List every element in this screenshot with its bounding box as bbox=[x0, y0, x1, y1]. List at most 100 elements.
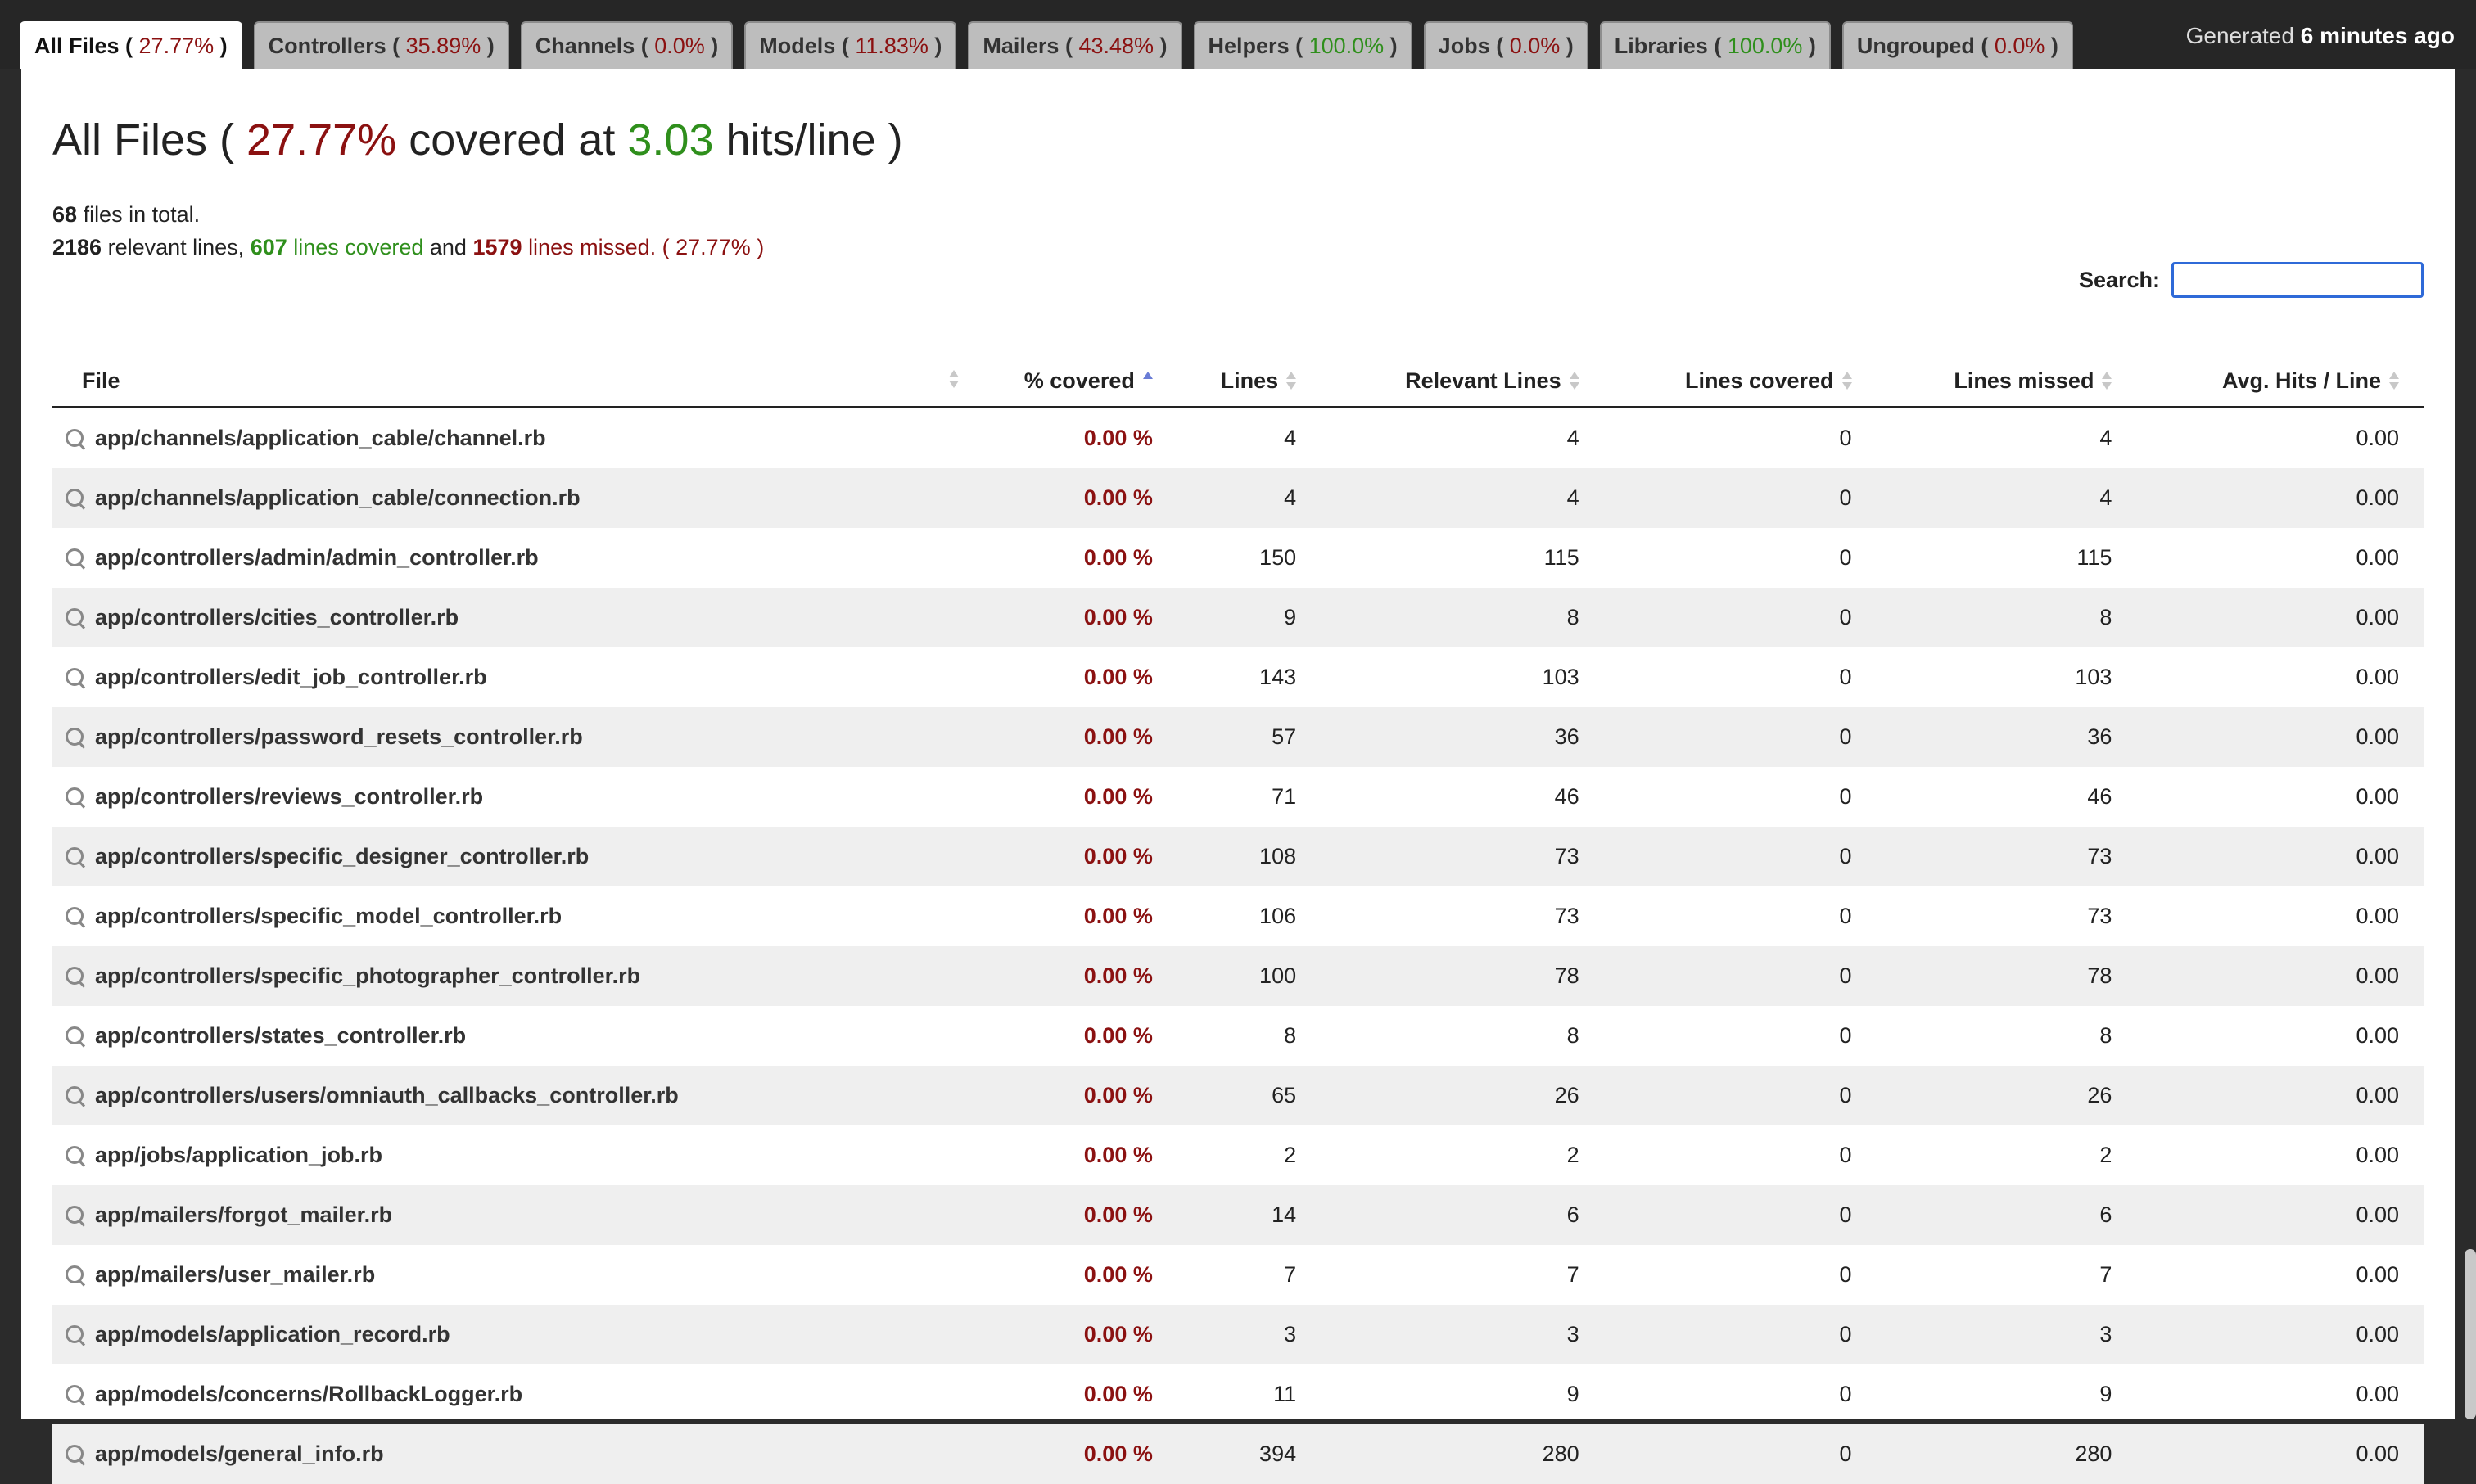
tab-jobs[interactable]: Jobs ( 0.0% ) bbox=[1424, 21, 1588, 69]
tab-libraries[interactable]: Libraries ( 100.0% ) bbox=[1600, 21, 1831, 69]
file-link[interactable]: app/controllers/users/omniauth_callbacks… bbox=[95, 1083, 679, 1107]
table-row: app/models/application_record.rb0.00 %33… bbox=[52, 1305, 2424, 1364]
sort-icon bbox=[1570, 371, 1579, 392]
table-row: app/controllers/cities_controller.rb0.00… bbox=[52, 588, 2424, 647]
file-link[interactable]: app/models/general_info.rb bbox=[95, 1441, 384, 1466]
cell-lines: 57 bbox=[1177, 707, 1321, 767]
magnifier-icon[interactable] bbox=[66, 429, 84, 447]
file-link[interactable]: app/mailers/forgot_mailer.rb bbox=[95, 1202, 392, 1227]
column-header-relevant[interactable]: Relevant Lines bbox=[1321, 355, 1604, 408]
file-link[interactable]: app/controllers/cities_controller.rb bbox=[95, 605, 459, 629]
magnifier-icon[interactable] bbox=[66, 847, 84, 865]
cell-lines-covered: 0 bbox=[1604, 1364, 1877, 1424]
magnifier-icon[interactable] bbox=[66, 1206, 84, 1224]
tab-all-files[interactable]: All Files ( 27.77% ) bbox=[20, 21, 242, 69]
magnifier-icon[interactable] bbox=[66, 608, 84, 626]
missed-text: lines missed. bbox=[528, 235, 656, 259]
page-title: All Files ( 27.77% covered at 3.03 hits/… bbox=[52, 115, 903, 165]
file-link[interactable]: app/controllers/specific_model_controlle… bbox=[95, 904, 562, 928]
cell-covered: 0.00 % bbox=[959, 1185, 1177, 1245]
file-link[interactable]: app/models/concerns/RollbackLogger.rb bbox=[95, 1382, 522, 1406]
cell-relevant-lines: 7 bbox=[1321, 1245, 1604, 1305]
cell-lines-covered: 0 bbox=[1604, 1424, 1877, 1484]
tab-label: Mailers bbox=[983, 34, 1059, 58]
magnifier-icon[interactable] bbox=[66, 1086, 84, 1104]
column-header-lines[interactable]: Lines bbox=[1177, 355, 1321, 408]
magnifier-icon[interactable] bbox=[66, 489, 84, 507]
file-link[interactable]: app/channels/application_cable/channel.r… bbox=[95, 426, 546, 450]
magnifier-icon[interactable] bbox=[66, 1026, 84, 1044]
title-covered-at: covered at bbox=[409, 115, 615, 165]
cell-file: app/controllers/cities_controller.rb bbox=[52, 588, 959, 647]
cell-avg-hits: 0.00 bbox=[2136, 1006, 2424, 1066]
cell-lines-missed: 46 bbox=[1877, 767, 2137, 827]
magnifier-icon[interactable] bbox=[66, 668, 84, 686]
lines-summary-line: 2186 relevant lines, 607 lines covered a… bbox=[52, 231, 764, 264]
cell-lines-covered: 0 bbox=[1604, 946, 1877, 1006]
files-text: files in total. bbox=[84, 202, 201, 227]
column-header-lines-covered[interactable]: Lines covered bbox=[1604, 355, 1877, 408]
magnifier-icon[interactable] bbox=[66, 548, 84, 566]
cell-covered: 0.00 % bbox=[959, 1305, 1177, 1364]
file-link[interactable]: app/controllers/states_controller.rb bbox=[95, 1023, 466, 1048]
tab-label: Libraries bbox=[1615, 34, 1708, 58]
file-link[interactable]: app/mailers/user_mailer.rb bbox=[95, 1262, 375, 1287]
tab-helpers[interactable]: Helpers ( 100.0% ) bbox=[1194, 21, 1412, 69]
magnifier-icon[interactable] bbox=[66, 967, 84, 985]
cell-lines: 394 bbox=[1177, 1424, 1321, 1484]
tab-mailers[interactable]: Mailers ( 43.48% ) bbox=[968, 21, 1182, 69]
magnifier-icon[interactable] bbox=[66, 728, 84, 746]
table-row: app/jobs/application_job.rb0.00 %22020.0… bbox=[52, 1125, 2424, 1185]
cell-lines: 65 bbox=[1177, 1066, 1321, 1125]
file-link[interactable]: app/controllers/specific_photographer_co… bbox=[95, 963, 640, 988]
magnifier-icon[interactable] bbox=[66, 1325, 84, 1343]
column-header-lines-missed[interactable]: Lines missed bbox=[1877, 355, 2137, 408]
table-row: app/models/general_info.rb0.00 %39428002… bbox=[52, 1424, 2424, 1484]
column-header-avg-hits[interactable]: Avg. Hits / Line bbox=[2136, 355, 2424, 408]
magnifier-icon[interactable] bbox=[66, 907, 84, 925]
magnifier-icon[interactable] bbox=[66, 1445, 84, 1463]
magnifier-icon[interactable] bbox=[66, 787, 84, 805]
file-link[interactable]: app/channels/application_cable/connectio… bbox=[95, 485, 581, 510]
cell-covered: 0.00 % bbox=[959, 886, 1177, 946]
magnifier-icon[interactable] bbox=[66, 1385, 84, 1403]
cell-relevant-lines: 3 bbox=[1321, 1305, 1604, 1364]
table-row: app/controllers/specific_photographer_co… bbox=[52, 946, 2424, 1006]
title-covered-percent: 27.77% bbox=[246, 115, 396, 165]
page-scrollbar[interactable] bbox=[2465, 1249, 2476, 1419]
column-header-covered[interactable]: % covered bbox=[959, 355, 1177, 408]
column-label-lines-covered: Lines covered bbox=[1685, 368, 1834, 393]
file-link[interactable]: app/controllers/specific_designer_contro… bbox=[95, 844, 589, 868]
file-link[interactable]: app/models/application_record.rb bbox=[95, 1322, 450, 1346]
cell-relevant-lines: 4 bbox=[1321, 468, 1604, 528]
column-label-relevant: Relevant Lines bbox=[1405, 368, 1561, 393]
cell-lines-covered: 0 bbox=[1604, 1125, 1877, 1185]
file-link[interactable]: app/jobs/application_job.rb bbox=[95, 1143, 382, 1167]
file-link[interactable]: app/controllers/edit_job_controller.rb bbox=[95, 665, 487, 689]
and-text: and bbox=[430, 235, 467, 259]
cell-lines: 150 bbox=[1177, 528, 1321, 588]
table-row: app/channels/application_cable/channel.r… bbox=[52, 408, 2424, 469]
search-input[interactable] bbox=[2171, 262, 2424, 298]
cell-avg-hits: 0.00 bbox=[2136, 1424, 2424, 1484]
file-link[interactable]: app/controllers/admin/admin_controller.r… bbox=[95, 545, 539, 570]
magnifier-icon[interactable] bbox=[66, 1265, 84, 1283]
tab-percent: 100.0% bbox=[1309, 34, 1385, 58]
tab-controllers[interactable]: Controllers ( 35.89% ) bbox=[254, 21, 509, 69]
cell-lines-missed: 4 bbox=[1877, 468, 2137, 528]
files-summary-line: 68 files in total. bbox=[52, 198, 764, 231]
table-row: app/controllers/admin/admin_controller.r… bbox=[52, 528, 2424, 588]
cell-avg-hits: 0.00 bbox=[2136, 647, 2424, 707]
cell-relevant-lines: 9 bbox=[1321, 1364, 1604, 1424]
magnifier-icon[interactable] bbox=[66, 1146, 84, 1164]
file-link[interactable]: app/controllers/password_resets_controll… bbox=[95, 724, 583, 749]
tab-channels[interactable]: Channels ( 0.0% ) bbox=[521, 21, 734, 69]
cell-covered: 0.00 % bbox=[959, 647, 1177, 707]
cell-relevant-lines: 6 bbox=[1321, 1185, 1604, 1245]
tab-models[interactable]: Models ( 11.83% ) bbox=[744, 21, 956, 69]
column-header-file[interactable]: File bbox=[52, 355, 959, 408]
tab-ungrouped[interactable]: Ungrouped ( 0.0% ) bbox=[1842, 21, 2073, 69]
cell-relevant-lines: 115 bbox=[1321, 528, 1604, 588]
generated-label: Generated bbox=[2186, 23, 2294, 48]
file-link[interactable]: app/controllers/reviews_controller.rb bbox=[95, 784, 483, 809]
